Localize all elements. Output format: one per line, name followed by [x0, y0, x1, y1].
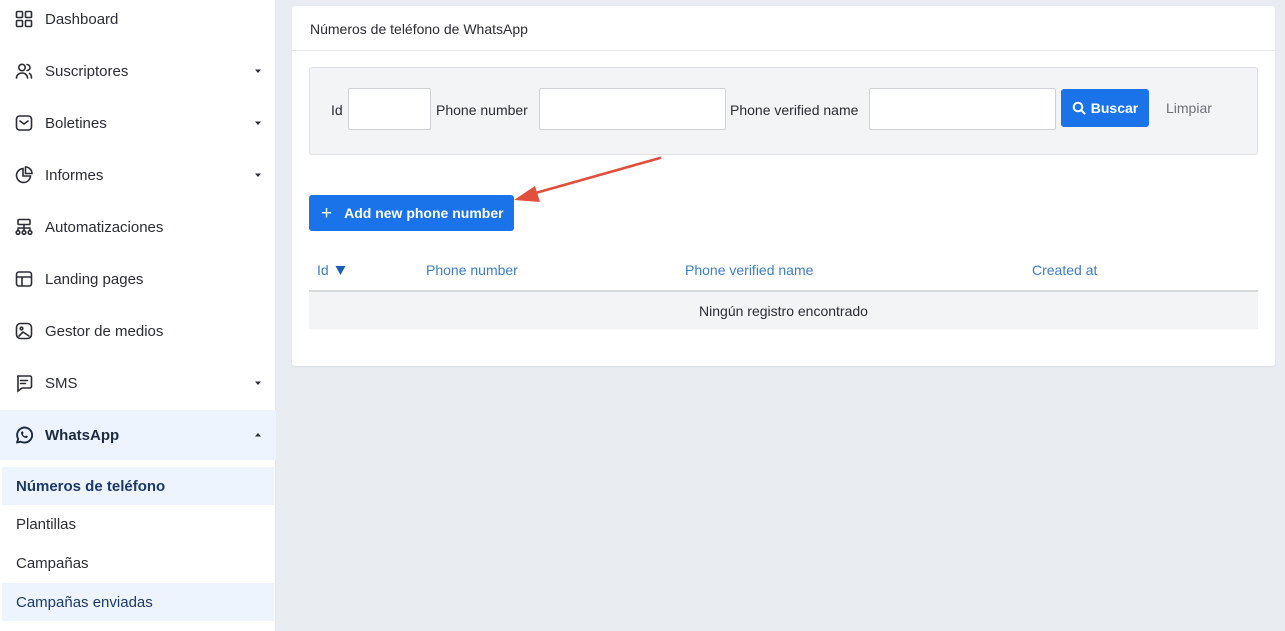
- id-filter-input[interactable]: [348, 88, 431, 130]
- nav-label: Gestor de medios: [45, 322, 164, 340]
- users-icon: [14, 61, 34, 81]
- search-button[interactable]: Buscar: [1061, 89, 1149, 127]
- nav-item-informes[interactable]: Informes: [0, 150, 276, 200]
- dashboard-icon: [14, 9, 34, 29]
- filter-panel: Id Phone number Phone verified name Busc…: [309, 67, 1258, 155]
- subnav-label: Números de teléfono: [16, 477, 166, 495]
- verified-name-filter-input[interactable]: [869, 88, 1056, 130]
- nav-label: Automatizaciones: [45, 218, 164, 236]
- nav-item-suscriptores[interactable]: Suscriptores: [0, 46, 276, 96]
- subnav-item-numeros-de-telefono[interactable]: Números de teléfono: [2, 467, 274, 505]
- sidebar: Dashboard Suscriptores Boletines Informe…: [0, 0, 276, 631]
- nav-item-landing-pages[interactable]: Landing pages: [0, 254, 276, 304]
- media-icon: [14, 321, 34, 341]
- subnav-label: Plantillas: [16, 515, 77, 533]
- nav-label: Boletines: [45, 114, 107, 132]
- column-header-id[interactable]: Id: [317, 262, 346, 278]
- verified-name-filter-label: Phone verified name: [730, 102, 859, 118]
- sort-desc-icon: [335, 266, 346, 275]
- caret-up-icon: [255, 433, 261, 437]
- nav-label: Informes: [45, 166, 104, 184]
- phone-filter-input[interactable]: [539, 88, 726, 130]
- nav-item-automatizaciones[interactable]: Automatizaciones: [0, 202, 276, 252]
- nav-label: SMS: [45, 374, 78, 392]
- nav-label: Suscriptores: [45, 62, 129, 80]
- phone-filter-label: Phone number: [436, 102, 528, 118]
- search-icon: [1072, 101, 1086, 115]
- subnav-item-campanas-enviadas[interactable]: Campañas enviadas: [2, 583, 274, 621]
- search-button-label: Buscar: [1090, 100, 1139, 116]
- subnav-item-plantillas[interactable]: Plantillas: [2, 505, 274, 543]
- caret-down-icon: [255, 69, 261, 73]
- id-filter-label: Id: [331, 102, 343, 118]
- subnav-label: Campañas enviadas: [16, 593, 153, 611]
- subnav-label: Campañas: [16, 554, 89, 572]
- caret-down-icon: [255, 173, 261, 177]
- column-header-created-at[interactable]: Created at: [1032, 262, 1097, 278]
- whatsapp-icon: [14, 425, 34, 445]
- clear-filters-link[interactable]: Limpiar: [1166, 100, 1212, 116]
- pie-chart-icon: [14, 165, 34, 185]
- add-phone-number-button[interactable]: + Add new phone number: [309, 195, 514, 231]
- caret-down-icon: [255, 381, 261, 385]
- card-title: Números de teléfono de WhatsApp: [292, 6, 1275, 51]
- layout-icon: [14, 269, 34, 289]
- nav-label: Dashboard: [45, 10, 119, 28]
- plus-icon: +: [321, 202, 333, 224]
- sms-icon: [14, 373, 34, 393]
- nav-label: WhatsApp: [45, 426, 120, 444]
- phone-numbers-card: Números de teléfono de WhatsApp Id Phone…: [292, 6, 1275, 366]
- subnav-item-campanas[interactable]: Campañas: [2, 544, 274, 582]
- nav-label: Landing pages: [45, 270, 144, 288]
- nav-item-boletines[interactable]: Boletines: [0, 98, 276, 148]
- newsletter-icon: [14, 113, 34, 133]
- nav-item-whatsapp[interactable]: WhatsApp: [0, 410, 276, 460]
- caret-down-icon: [255, 121, 261, 125]
- add-phone-number-label: Add new phone number: [344, 205, 504, 221]
- empty-table-row: Ningún registro encontrado: [309, 292, 1258, 329]
- nav-item-sms[interactable]: SMS: [0, 358, 276, 408]
- automation-icon: [14, 217, 34, 237]
- column-header-phone-number[interactable]: Phone number: [426, 262, 518, 278]
- nav-item-gestor-de-medios[interactable]: Gestor de medios: [0, 306, 276, 356]
- column-header-phone-verified-name[interactable]: Phone verified name: [685, 262, 813, 278]
- nav-item-dashboard[interactable]: Dashboard: [0, 0, 276, 44]
